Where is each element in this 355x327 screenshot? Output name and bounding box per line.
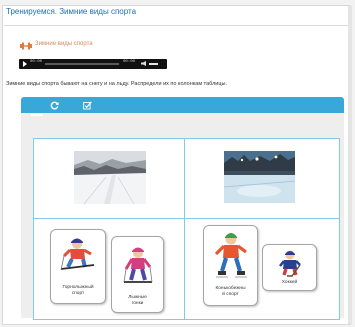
audio-player[interactable]: 00:00 00:00 (19, 59, 167, 69)
card-cross-country-skiing[interactable]: Лыжные гонки (111, 236, 164, 313)
scrollbar[interactable] (348, 6, 352, 324)
card-label: Лыжные гонки (128, 295, 147, 306)
card-speed-skating[interactable]: Конькобежны й спорт (203, 225, 258, 306)
cross-country-skier-icon (123, 247, 152, 283)
duration-time: 00:00 (123, 60, 136, 64)
play-icon[interactable] (23, 61, 27, 67)
alpine-skier-icon (60, 238, 95, 271)
check-icon (82, 101, 92, 110)
ice-rink-photo (224, 151, 295, 203)
current-time: 00:00 (30, 60, 43, 64)
row-divider (33, 218, 340, 219)
column-divider (184, 138, 185, 320)
section-title: Зимние виды спорта (35, 41, 93, 47)
snow-slope-photo (74, 151, 146, 204)
reset-button[interactable] (43, 99, 65, 112)
divider (4, 25, 351, 26)
hockey-player-icon (278, 250, 301, 277)
card-label: Горнолыжный спорт (62, 285, 94, 296)
task-instruction: Зимние виды спорта бывают на снегу и на … (6, 81, 227, 87)
seek-bar[interactable] (45, 63, 119, 65)
card-hockey[interactable]: Хоккей (262, 244, 317, 291)
speed-skater-icon (214, 233, 247, 278)
page-title: Тренируемся. Зимние виды спорта (6, 7, 137, 16)
refresh-icon (50, 101, 59, 110)
volume-icon[interactable] (141, 61, 146, 66)
card-label: Хоккей (281, 280, 298, 285)
active-tool-indicator (31, 114, 43, 116)
volume-slider[interactable] (149, 63, 158, 65)
card-label: Конькобежны й спорт (215, 286, 246, 297)
dumbbell-icon (20, 42, 32, 50)
card-alpine-skiing[interactable]: Горнолыжный спорт (50, 229, 106, 304)
task-toolbar (21, 97, 344, 113)
check-answer-button[interactable] (76, 99, 98, 112)
